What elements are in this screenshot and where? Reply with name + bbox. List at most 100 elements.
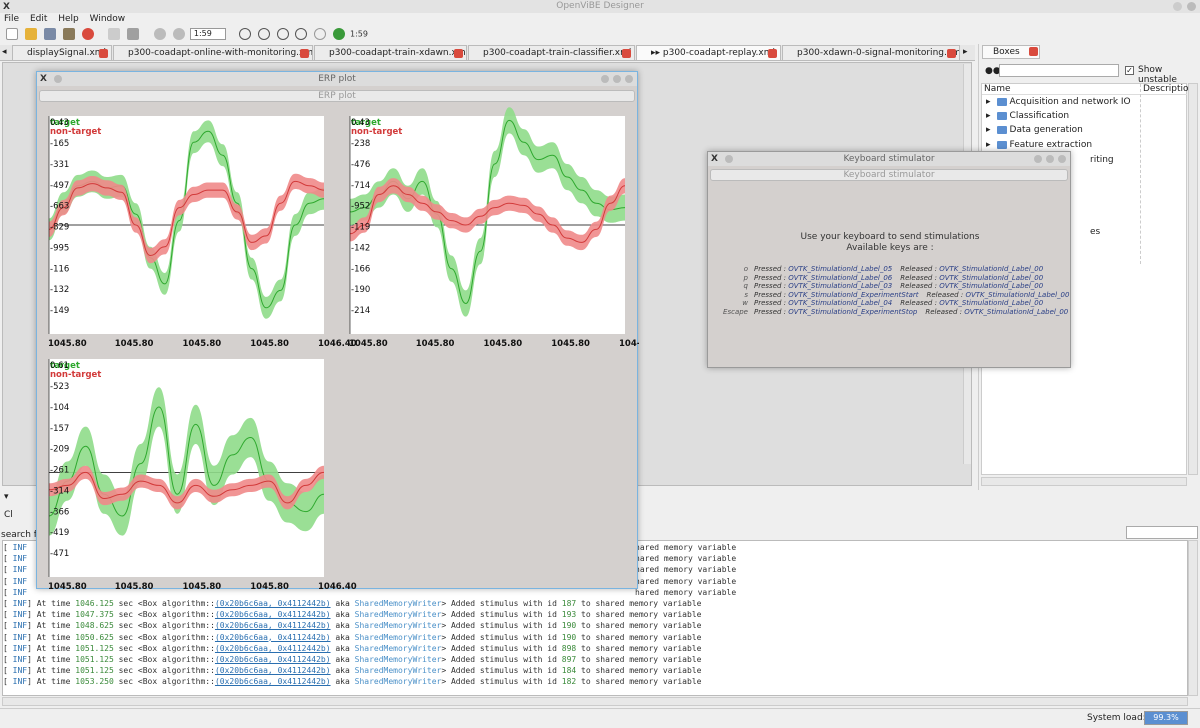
console-vertical-scrollbar[interactable] <box>1188 540 1198 696</box>
tab-p300-xdawn-monitoring[interactable]: p300-xdawn-0-signal-monitoring.xml <box>782 45 960 61</box>
edit-icon[interactable] <box>127 28 140 40</box>
close-tab-icon[interactable] <box>947 49 956 58</box>
tree-item-acquisition[interactable]: ▸ Acquisition and network IO <box>986 96 1131 109</box>
close-tab-icon[interactable] <box>622 49 631 58</box>
x-tick-label: 1045.80 <box>484 339 523 349</box>
expand-icon[interactable]: ▾ <box>4 492 9 502</box>
menu-bar: File Edit Help Window <box>0 13 1200 26</box>
close-icon[interactable] <box>1058 155 1066 163</box>
refresh-icon[interactable] <box>333 28 346 40</box>
key-row: p Pressed : OVTK_StimulationId_Label_06 Re… <box>708 274 1044 282</box>
tree-vertical-scrollbar[interactable] <box>1188 83 1198 475</box>
log-writer: SharedMemoryWriter <box>354 666 442 676</box>
tree-item-writing[interactable]: riting <box>1090 154 1114 167</box>
tab-p300-train-xdawn[interactable]: p300-coadapt-train-xdawn.xml <box>314 45 467 61</box>
fast-forward-icon[interactable] <box>314 28 327 40</box>
copy-icon[interactable] <box>108 28 121 40</box>
tab-displaysignal[interactable]: displaySignal.xml <box>12 45 112 61</box>
y-tick-label: -165 <box>50 139 69 149</box>
close-tab-icon[interactable] <box>300 49 309 58</box>
time-readout: 1:59 <box>350 29 368 39</box>
show-unstable-checkbox[interactable]: ✓ <box>1125 66 1134 75</box>
tab-p300-online[interactable]: p300-coadapt-online-with-monitoring.xml <box>113 45 313 61</box>
y-tick-label: -209 <box>50 445 69 455</box>
y-tick-label: -238 <box>351 139 370 149</box>
menu-file[interactable]: File <box>0 13 23 26</box>
close-tab-icon[interactable] <box>99 49 108 58</box>
log-address-link[interactable]: (0x20b6c6aa, 0x4112442b) <box>215 677 331 686</box>
y-tick-label: -166 <box>351 264 370 274</box>
x-tick-label: 1045.80 <box>250 339 289 349</box>
box-search-input[interactable] <box>999 64 1119 77</box>
tree-header-description[interactable]: Descriptior <box>1143 84 1192 94</box>
log-tag: INF <box>12 677 28 687</box>
tree-header-name[interactable]: Name <box>984 84 1011 94</box>
zoom-out-icon[interactable] <box>173 28 185 40</box>
log-address-link[interactable]: (0x20b6c6aa, 0x4112442b) <box>215 644 331 653</box>
log-address-link[interactable]: (0x20b6c6aa, 0x4112442b) <box>215 621 331 630</box>
zoom-in-icon[interactable] <box>154 28 167 40</box>
close-icon[interactable] <box>1187 2 1196 11</box>
close-file-icon[interactable] <box>81 28 94 40</box>
log-writer: SharedMemoryWriter <box>354 621 442 631</box>
time-field[interactable]: 1:59 <box>189 28 226 40</box>
x-tick-label: 1045.80 <box>349 339 388 349</box>
tree-horizontal-scrollbar[interactable] <box>981 477 1187 486</box>
log-id: 193 <box>561 610 577 620</box>
log-address-link[interactable]: (0x20b6c6aa, 0x4112442b) <box>215 599 331 608</box>
y-tick-label: -471 <box>50 549 69 559</box>
tab-p300-replay[interactable]: ▸▸ p300-coadapt-replay.xml <box>636 45 781 61</box>
log-address-link[interactable]: (0x20b6c6aa, 0x4112442b) <box>215 610 331 619</box>
log-address-link[interactable]: (0x20b6c6aa, 0x4112442b) <box>215 633 331 642</box>
maximize-icon[interactable] <box>1173 2 1182 11</box>
folder-icon <box>996 125 1007 134</box>
maximize-icon[interactable] <box>1046 155 1054 163</box>
log-tag: INF <box>12 554 28 564</box>
open-file-icon[interactable] <box>24 28 37 40</box>
tree-item-classification[interactable]: ▸ Classification <box>986 110 1069 123</box>
save-as-icon[interactable] <box>62 28 75 40</box>
minimize-icon[interactable] <box>1034 155 1042 163</box>
window-menu-icon[interactable] <box>725 155 733 163</box>
log-writer: SharedMemoryWriter <box>354 677 442 687</box>
log-id: 182 <box>561 677 577 687</box>
log-time: 1051.125 <box>75 666 114 676</box>
log-line: [ INF] At time 1046.125 sec <Box algorit… <box>3 599 702 608</box>
pressed-stimulation: OVTK_StimulationId_Label_04 <box>788 299 893 308</box>
stop-icon[interactable] <box>238 28 251 40</box>
close-tab-icon[interactable] <box>768 49 777 58</box>
tree-item-data-generation[interactable]: ▸ Data generation <box>986 124 1083 137</box>
save-icon[interactable] <box>43 28 56 40</box>
x-tick-label: 1045.80 <box>115 582 154 590</box>
menu-edit[interactable]: Edit <box>26 13 51 26</box>
tab-p300-train-classifier[interactable]: p300-coadapt-train-classifier.xml <box>468 45 635 61</box>
step-icon[interactable] <box>276 28 289 40</box>
log-address-link[interactable]: (0x20b6c6aa, 0x4112442b) <box>215 655 331 664</box>
play-icon[interactable] <box>295 28 308 40</box>
y-tick-label: -157 <box>50 424 69 434</box>
new-file-icon[interactable] <box>6 28 18 40</box>
keyboard-stimulator-bar[interactable]: Keyboard stimulator <box>710 169 1068 181</box>
log-address-link[interactable]: (0x20b6c6aa, 0x4112442b) <box>215 666 331 675</box>
tab-scroll-left-icon[interactable]: ◂ <box>2 47 7 57</box>
log-line: [ INF hared memory variable <box>3 543 737 552</box>
console-horizontal-scrollbar[interactable] <box>2 697 1188 706</box>
close-tab-icon[interactable] <box>454 49 463 58</box>
clear-console-button[interactable]: Cl <box>4 510 13 520</box>
tree-item-partial[interactable]: es <box>1090 226 1100 239</box>
erp-plot-1-drawing: target0.43non-target-165-331-497-663-829… <box>48 116 357 349</box>
y-tick-label: -116 <box>50 264 69 274</box>
log-time: 1046.125 <box>75 599 114 608</box>
console-search-input[interactable] <box>1126 526 1198 539</box>
close-panel-icon[interactable] <box>1029 47 1038 56</box>
log-tag: INF <box>12 576 28 586</box>
menu-help[interactable]: Help <box>54 13 83 26</box>
menu-window[interactable]: Window <box>86 13 130 26</box>
log-id: 898 <box>561 643 577 653</box>
pause-icon[interactable] <box>257 28 270 40</box>
tab-scroll-right-icon[interactable]: ▸ <box>963 47 968 57</box>
x-tick-label: 1045.80 <box>416 339 455 349</box>
log-id: 184 <box>561 666 577 676</box>
log-tag: INF <box>12 599 28 608</box>
log-writer: SharedMemoryWriter <box>354 655 442 664</box>
